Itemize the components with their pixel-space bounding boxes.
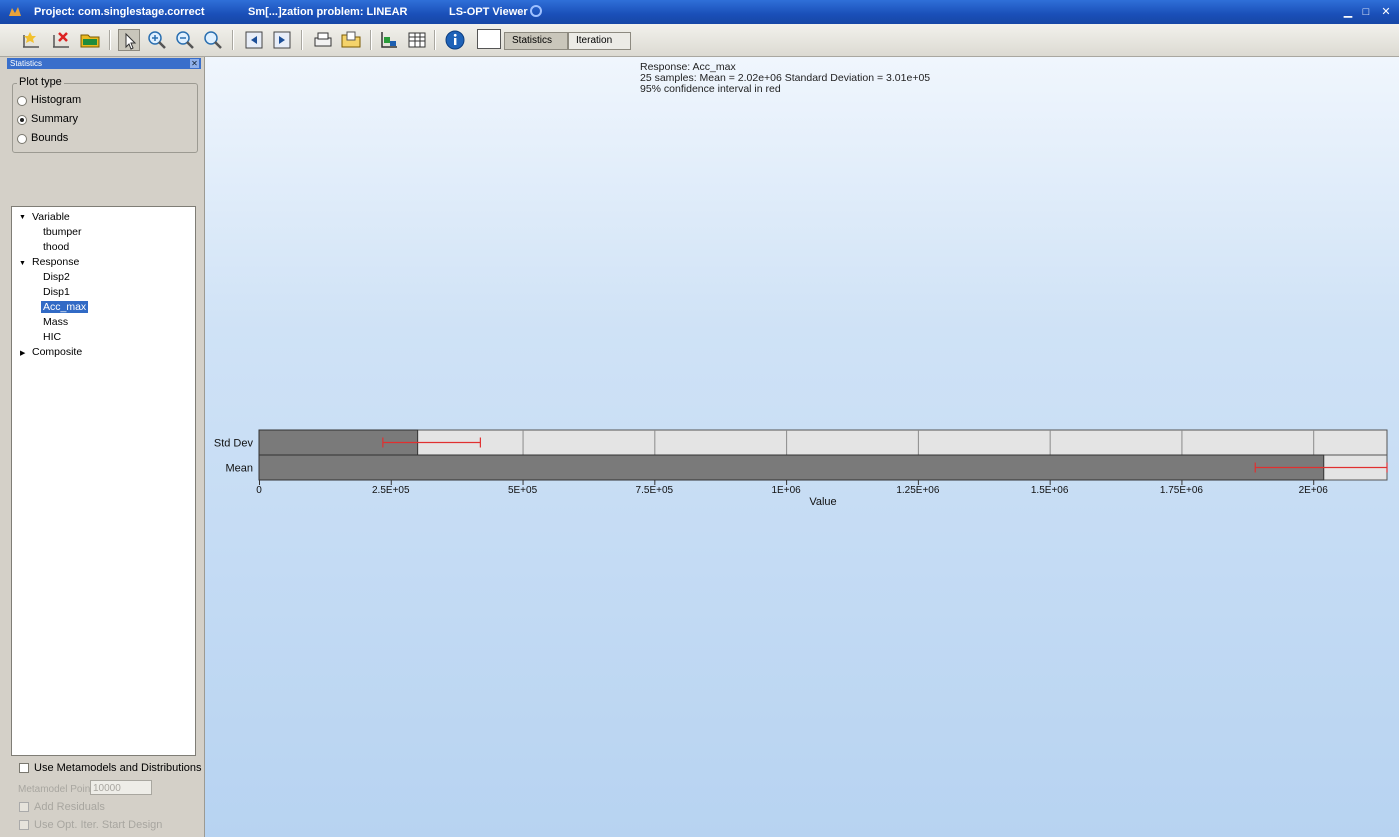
color-swatch[interactable] xyxy=(477,29,501,49)
tab-iteration[interactable]: Iteration xyxy=(568,32,631,50)
minimize-button[interactable]: ▁ xyxy=(1340,4,1356,20)
tree-item[interactable]: tbumper xyxy=(43,226,82,238)
tree-group-composite[interactable]: Composite xyxy=(32,346,82,358)
info-button[interactable] xyxy=(444,29,466,51)
summary-chart: Std Dev Mean0 2.5E+05 5E+05 7.5E+05 1E+06 1.25… xyxy=(214,429,1388,508)
title-bar: Project: com.singlestage.correct Sm[...]… xyxy=(0,0,1399,24)
zoom-in-button[interactable] xyxy=(146,29,168,51)
x-tick-label: 1E+06 xyxy=(772,485,802,496)
plot-type-legend: Plot type xyxy=(17,76,64,88)
tree-item[interactable]: Mass xyxy=(43,316,68,328)
zoom-out-icon xyxy=(176,31,194,49)
maximize-button[interactable]: □ xyxy=(1358,4,1374,20)
tree-item-selected[interactable]: Acc_max xyxy=(41,301,89,313)
tree-item[interactable]: Disp2 xyxy=(43,271,70,283)
close-button[interactable]: ✕ xyxy=(1378,4,1394,20)
panel-title: Statistics xyxy=(10,59,43,68)
arrow-right-icon xyxy=(273,31,291,49)
zoom-fit-button[interactable] xyxy=(202,29,224,51)
metamodel-points-label: Metamodel Points xyxy=(18,784,99,795)
delete-plot-button[interactable] xyxy=(50,29,72,51)
problem-title: Sm[...]zation problem: LINEAR xyxy=(248,6,408,18)
x-tick-label: 2E+06 xyxy=(1299,485,1329,496)
print-button[interactable] xyxy=(312,29,334,51)
panel-close-icon[interactable]: ✕ xyxy=(190,59,199,68)
statistics-panel: Statistics ✕ Plot type Histogram Summary… xyxy=(0,57,205,837)
zoom-out-button[interactable] xyxy=(174,29,196,51)
plot-options-icon xyxy=(381,32,397,48)
x-axis-label: Value xyxy=(809,496,836,508)
zoom-in-icon xyxy=(148,31,166,49)
expanded-arrow-icon[interactable]: ▼ xyxy=(19,214,26,221)
plot-type-group: Plot type Histogram Summary Bounds xyxy=(12,76,198,153)
plot-options-button[interactable] xyxy=(378,29,400,51)
zoom-fit-icon xyxy=(204,31,222,49)
x-tick-label: 1.25E+06 xyxy=(896,485,940,496)
metamodel-points-input[interactable]: 10000 xyxy=(90,780,152,795)
category-label: Std Dev xyxy=(214,438,254,450)
viewer-title: LS-OPT Viewer xyxy=(449,6,528,18)
previous-button[interactable] xyxy=(243,29,265,51)
x-tick-label: 1.75E+06 xyxy=(1160,485,1204,496)
select-pointer-button[interactable] xyxy=(118,29,140,51)
x-tick-label: 1.5E+06 xyxy=(1031,485,1069,496)
folder-icon xyxy=(80,34,100,48)
collapsed-arrow-icon[interactable]: ▶ xyxy=(20,349,25,357)
x-tick-label: 0 xyxy=(256,485,262,496)
new-plot-icon xyxy=(23,32,39,48)
radio-dot xyxy=(17,134,27,144)
tree-group-response[interactable]: Response xyxy=(32,256,79,268)
table-view-button[interactable] xyxy=(406,29,428,51)
printer-icon xyxy=(314,32,332,47)
radio-dot xyxy=(17,96,27,106)
x-tick-label: 2.5E+05 xyxy=(372,485,410,496)
export-button[interactable] xyxy=(340,29,362,51)
plot-area: Response: Acc_max 25 samples: Mean = 2.0… xyxy=(205,57,1399,837)
next-button[interactable] xyxy=(271,29,293,51)
table-icon xyxy=(408,32,426,48)
info-icon xyxy=(445,30,465,50)
radio-dot-selected xyxy=(17,115,27,125)
tree-item[interactable]: Disp1 xyxy=(43,286,70,298)
new-plot-button[interactable] xyxy=(20,29,42,51)
pointer-icon xyxy=(125,32,137,50)
arrow-left-icon xyxy=(245,31,263,49)
export-folder-icon xyxy=(341,31,361,48)
open-folder-button[interactable] xyxy=(79,29,101,51)
toolbar: Statistics Iteration xyxy=(0,24,1399,57)
bar-mean xyxy=(258,454,1325,481)
tree-item[interactable]: thood xyxy=(43,241,69,253)
app-icon xyxy=(9,7,21,16)
expanded-arrow-icon[interactable]: ▼ xyxy=(19,260,26,267)
tree-item[interactable]: HIC xyxy=(43,331,61,343)
tree-group-variable[interactable]: Variable xyxy=(32,211,70,223)
swirl-icon xyxy=(530,5,542,17)
delete-plot-icon xyxy=(53,32,69,48)
category-label: Mean xyxy=(225,463,253,475)
project-title: Project: com.singlestage.correct xyxy=(34,6,205,18)
x-tick-label: 7.5E+05 xyxy=(636,485,674,496)
response-tree: ▼ Variable tbumper thood ▼ Response Disp… xyxy=(11,206,196,756)
x-tick-label: 5E+05 xyxy=(508,485,538,496)
tab-statistics[interactable]: Statistics xyxy=(504,32,568,50)
panel-header: Statistics ✕ xyxy=(7,58,201,69)
